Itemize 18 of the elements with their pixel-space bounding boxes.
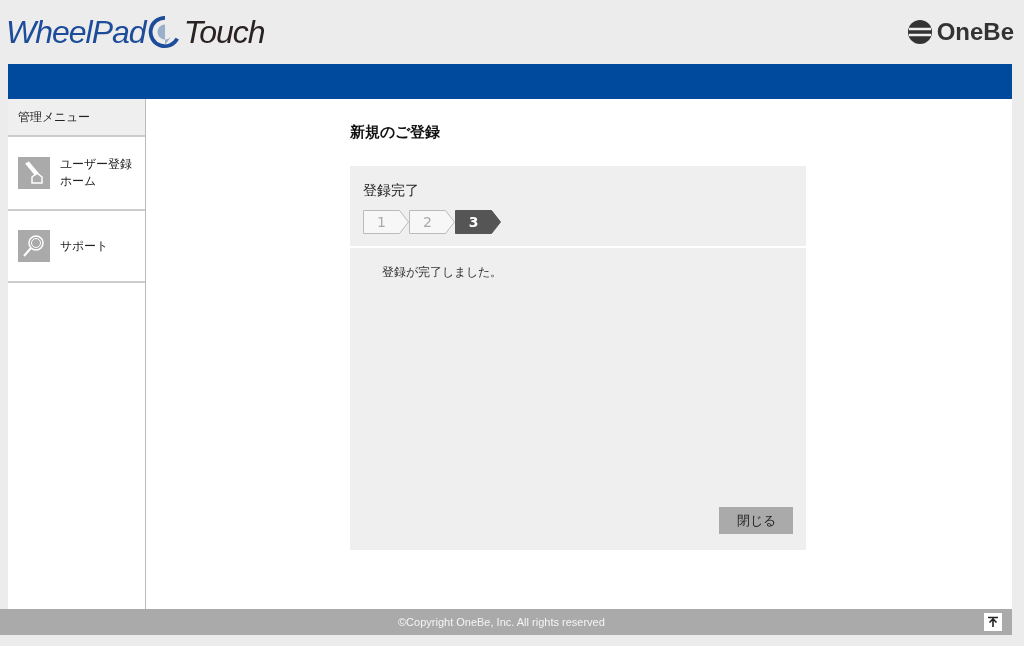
copyright-text: ©Copyright OneBe, Inc. All rights reserved	[398, 616, 605, 628]
sidebar-item[interactable]: サポート	[8, 211, 145, 283]
sidebar-title: 管理メニュー	[8, 99, 145, 137]
logo-ring-icon	[147, 15, 182, 49]
back-to-top-button[interactable]	[984, 613, 1002, 631]
panel-title: 登録完了	[363, 182, 420, 200]
step-indicator: 2	[409, 210, 455, 234]
step-indicator: 3	[455, 210, 501, 234]
page-title: 新規のご登録	[350, 123, 441, 142]
step-indicator: 1	[363, 210, 409, 234]
sidebar-item[interactable]: ユーザー登録ホーム	[8, 137, 145, 211]
logo-text: WheelPad	[6, 13, 146, 51]
logo-text: OneBe	[936, 18, 1014, 46]
stacked-disc-icon	[906, 19, 933, 45]
back-to-top-icon	[987, 616, 999, 628]
close-button[interactable]: 閉じる	[719, 507, 793, 534]
logo-text: Touch	[183, 13, 265, 51]
message-text: 登録が完了しました。	[382, 264, 503, 281]
